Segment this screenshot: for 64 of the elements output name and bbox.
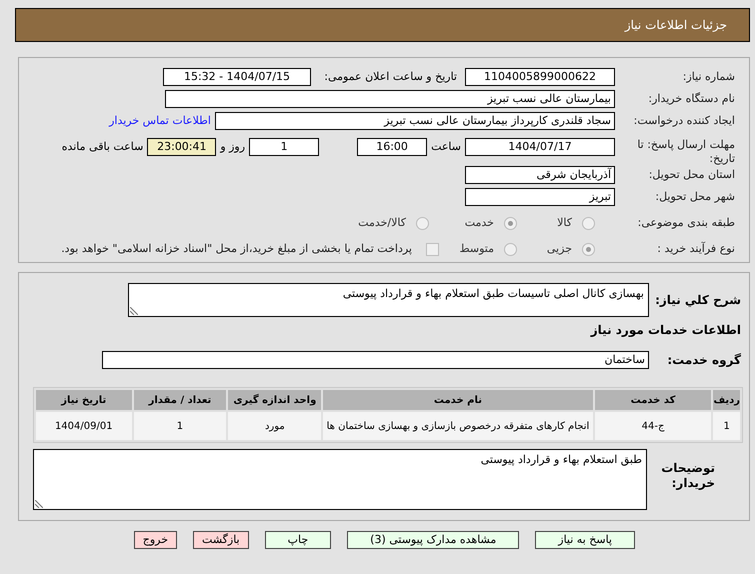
action-button[interactable]: مشاهده مدارک پیوستی (3)	[347, 531, 520, 549]
field-label: شرح کلي نیاز:	[654, 292, 742, 309]
radio-button[interactable]	[582, 242, 595, 256]
field-label: طبقه بندی موضوعی:	[636, 214, 736, 231]
action-button[interactable]: چاپ	[264, 531, 332, 549]
field-label: روز و	[220, 139, 246, 155]
radio-button[interactable]	[504, 242, 517, 256]
checkbox[interactable]	[426, 242, 439, 256]
option-label: جزیی	[546, 240, 572, 257]
radio-button[interactable]	[582, 216, 595, 230]
action-button[interactable]: بازگشت	[193, 531, 249, 549]
option-label: متوسط	[459, 240, 494, 257]
table-cell: 1404/09/01	[36, 412, 132, 440]
option-label: کالا	[557, 214, 572, 231]
text-area[interactable]: طبق استعلام بهاء و قرارداد پیوستی	[33, 449, 647, 510]
input-field[interactable]: 1104005899000622	[465, 68, 615, 86]
input-field[interactable]: ساختمان	[102, 351, 649, 369]
field-label: ساعت	[431, 139, 461, 155]
text-area[interactable]: بهسازی کانال اصلی تاسیسات طبق استعلام بهاء و قرارداد پیوستی	[128, 283, 649, 317]
field-label: توضیحات خریدار:	[660, 460, 716, 491]
field-label: نوع فرآیند خرید :	[656, 240, 736, 257]
input-field[interactable]: سجاد قلندری کارپرداز بیمارستان عالی نسب تبریز	[215, 112, 615, 130]
column-header: تاریخ نیاز	[36, 390, 132, 410]
column-header: نام خدمت	[323, 390, 593, 410]
text-area-value: بهسازی کانال اصلی تاسیسات طبق استعلام بهاء و قرارداد پیوستی	[342, 287, 644, 300]
input-field[interactable]: 1404/07/15 - 15:32	[163, 68, 311, 86]
action-button[interactable]: خروج	[134, 531, 178, 549]
field-label: شماره نیاز:	[682, 68, 736, 85]
resize-grip-icon[interactable]	[130, 307, 138, 315]
column-header: واحد اندازه گیری	[228, 390, 322, 410]
page-header: جزئیات اطلاعات نیاز	[15, 8, 750, 42]
field-label: مهلت ارسال پاسخ: تا تاریخ:	[636, 138, 736, 166]
option-label: خدمت	[464, 214, 494, 231]
field-label: گروه خدمت:	[666, 352, 742, 369]
input-field[interactable]: آذربایجان شرقی	[465, 166, 615, 184]
section-heading: اطلاعات خدمات مورد نیاز	[590, 322, 742, 339]
radio-button[interactable]	[504, 216, 517, 230]
table-cell: 1	[134, 412, 226, 440]
field-label: ساعت باقی مانده	[62, 139, 144, 155]
action-button[interactable]: پاسخ به نیاز	[535, 531, 635, 549]
table-cell: ج-44	[594, 412, 712, 440]
input-field[interactable]: 1404/07/17	[465, 138, 615, 156]
table-cell: مورد	[228, 412, 322, 440]
field-label: تاریخ و ساعت اعلان عمومی:	[323, 68, 458, 85]
field-label: شهر محل تحویل:	[654, 188, 736, 205]
input-field[interactable]: تبریز	[465, 188, 615, 206]
table-cell: انجام کارهای متفرقه درخصوص بازسازی و بهسازی ساختمان ها	[323, 412, 593, 440]
field-label: استان محل تحویل:	[648, 166, 736, 183]
option-label: کالا/خدمت	[358, 214, 406, 231]
contact-link[interactable]: اطلاعات تماس خریدار	[109, 112, 211, 130]
input-field[interactable]: 1	[249, 138, 320, 156]
field-label: ایجاد کننده درخواست:	[632, 112, 736, 129]
table-cell: 1	[713, 412, 740, 440]
input-field[interactable]: 16:00	[357, 138, 428, 156]
column-header: کد خدمت	[594, 390, 712, 410]
text-area-value: طبق استعلام بهاء و قرارداد پیوستی	[480, 453, 642, 466]
resize-grip-icon[interactable]	[35, 500, 43, 508]
input-field[interactable]: بیمارستان عالی نسب تبریز	[165, 90, 615, 108]
column-header: ردیف	[713, 390, 740, 410]
field-label: نام دستگاه خریدار:	[647, 90, 736, 107]
checkbox-label: پرداخت تمام یا بخشی از مبلغ خرید،از محل "اسناد خزانه اسلامی" خواهد بود.	[61, 240, 412, 257]
countdown-field: 23:00:41	[147, 138, 216, 156]
radio-button[interactable]	[416, 216, 429, 230]
column-header: تعداد / مقدار	[134, 390, 226, 410]
